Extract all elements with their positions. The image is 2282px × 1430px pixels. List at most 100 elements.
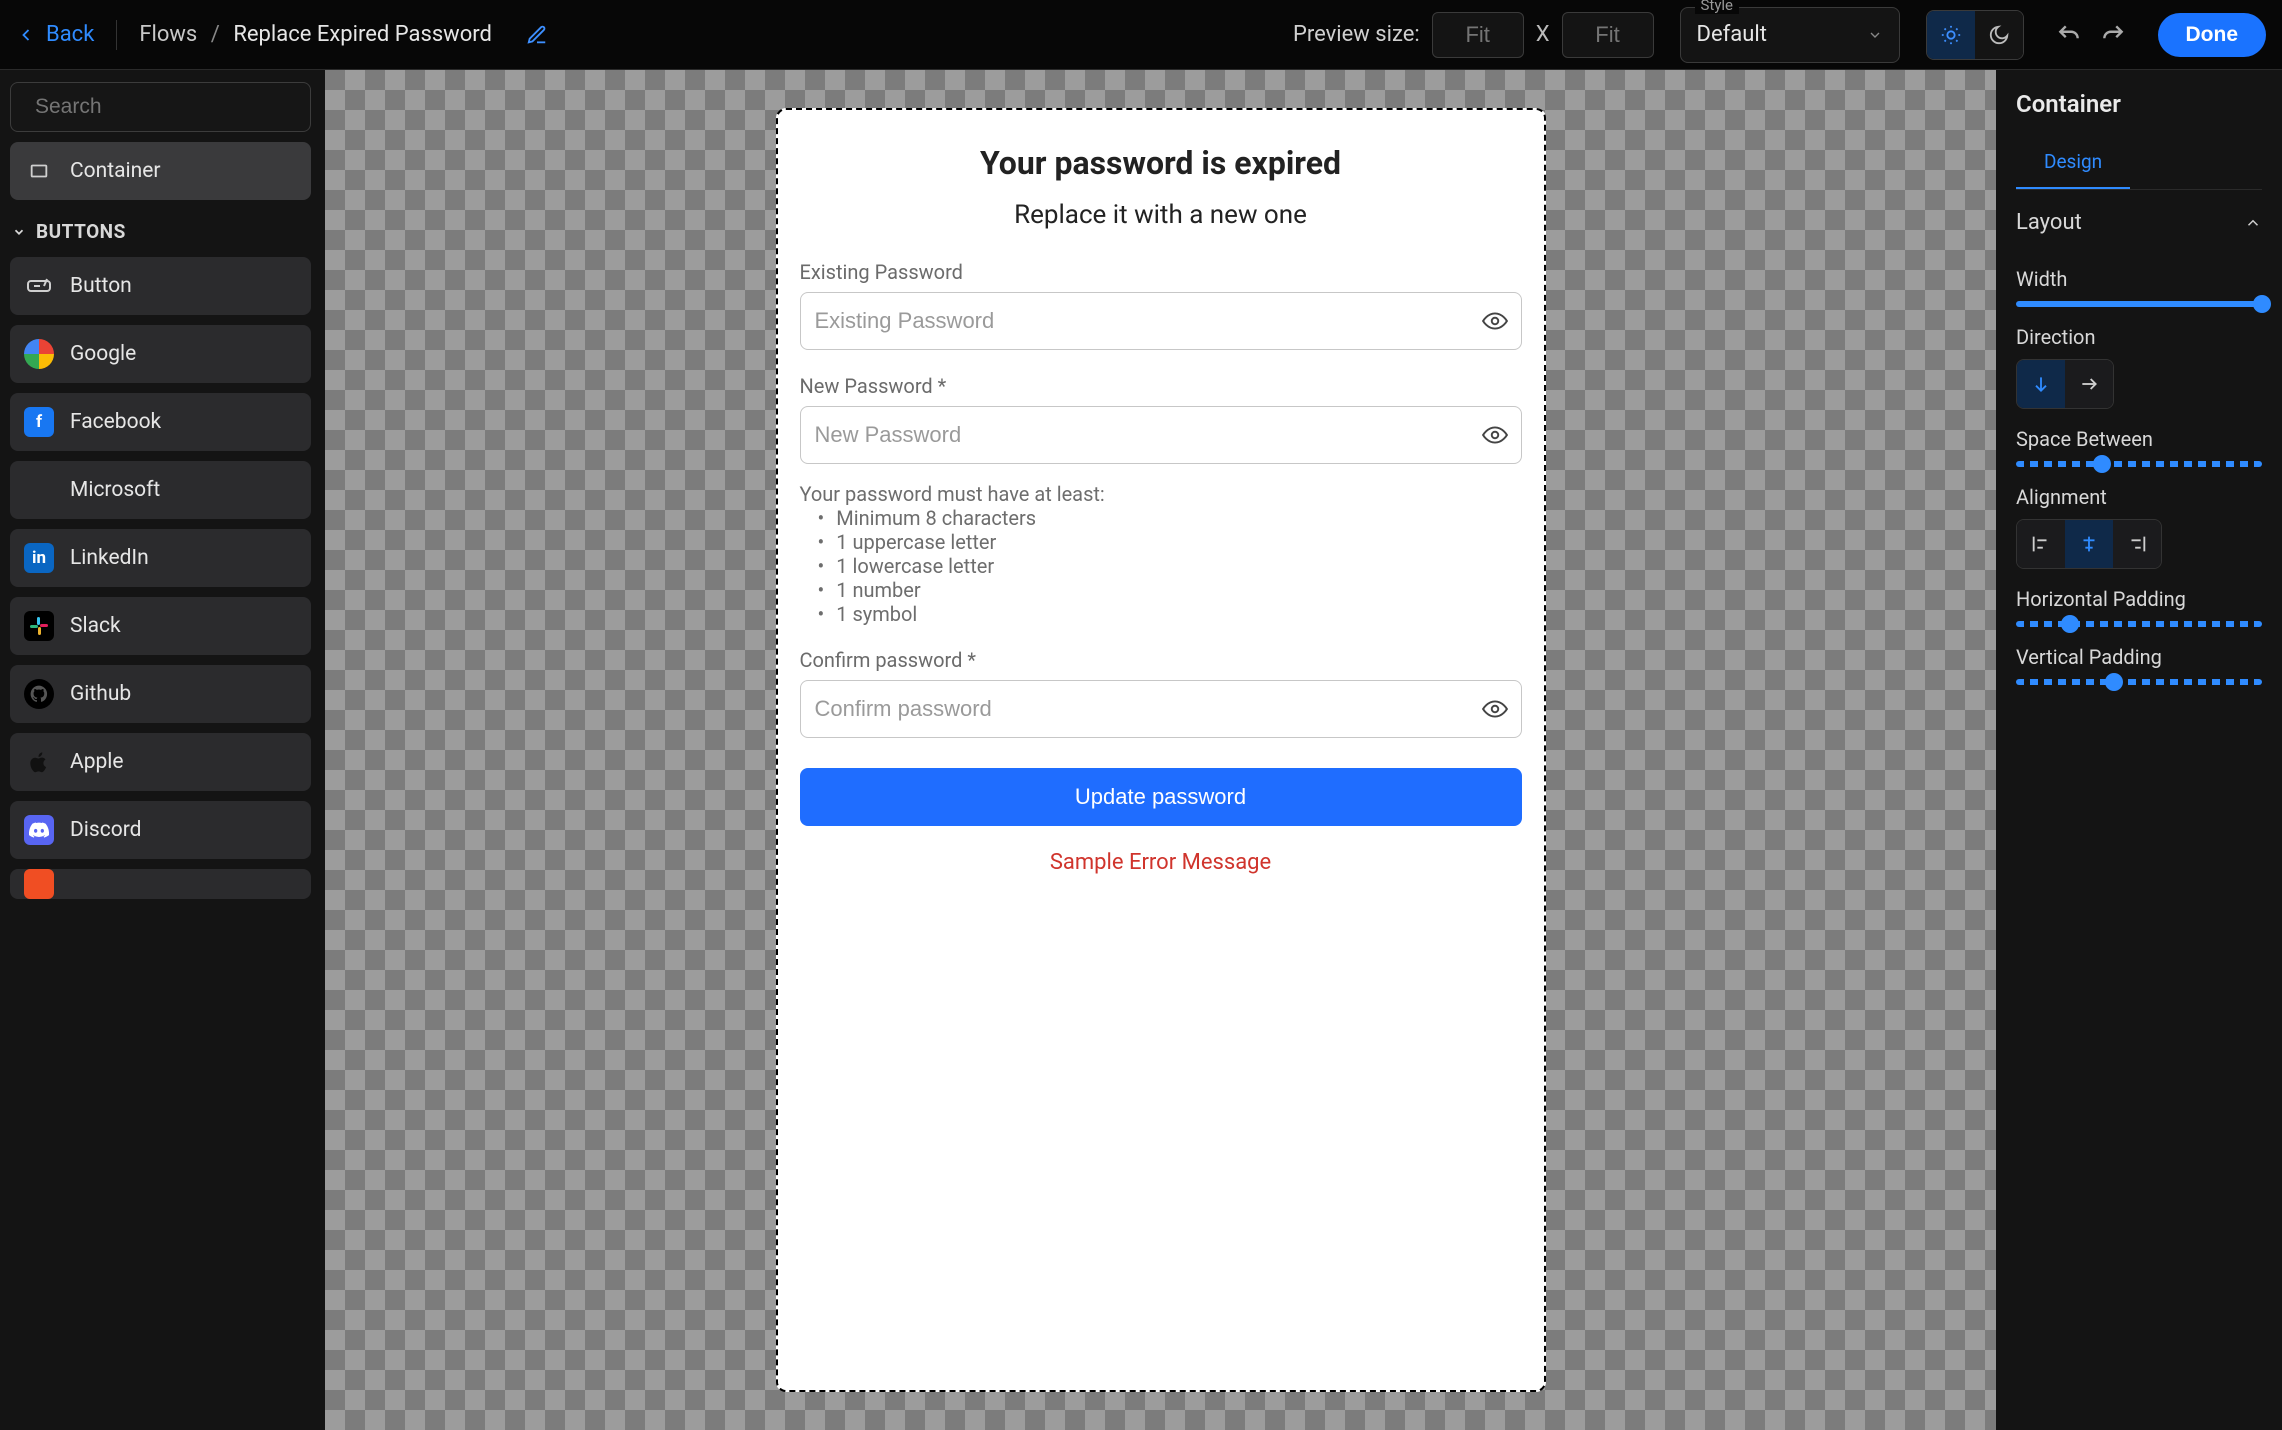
component-slack[interactable]: Slack <box>10 597 311 655</box>
direction-column-button[interactable] <box>2017 360 2065 408</box>
slider-thumb[interactable] <box>2105 673 2123 691</box>
component-button[interactable]: Button <box>10 257 311 315</box>
update-password-button[interactable]: Update password <box>800 768 1522 826</box>
requirement-item: 1 number <box>818 578 1522 602</box>
preview-height-input[interactable] <box>1562 12 1654 58</box>
align-start-button[interactable] <box>2017 520 2065 568</box>
dark-mode-button[interactable] <box>1975 11 2023 59</box>
theme-toggle <box>1926 10 2024 60</box>
direction-row-button[interactable] <box>2065 360 2113 408</box>
linkedin-icon: in <box>24 543 54 573</box>
style-legend: Style <box>1695 0 1740 14</box>
back-button[interactable]: Back <box>16 22 94 47</box>
section-layout-label: Layout <box>2016 210 2082 235</box>
vertical-padding-slider[interactable] <box>2016 679 2262 685</box>
component-label: Discord <box>70 818 141 842</box>
component-label: Facebook <box>70 410 161 434</box>
slider-thumb[interactable] <box>2061 615 2079 633</box>
artboard-container[interactable]: Your password is expired Replace it with… <box>776 108 1546 1392</box>
sun-icon <box>1940 24 1962 46</box>
component-label: Apple <box>70 750 124 774</box>
inspector-title: Container <box>2016 90 2262 118</box>
done-button[interactable]: Done <box>2158 13 2267 57</box>
horizontal-padding-slider[interactable] <box>2016 621 2262 627</box>
align-center-icon <box>2078 533 2100 555</box>
slider-thumb[interactable] <box>2093 455 2111 473</box>
component-container[interactable]: Container <box>10 142 311 200</box>
arrow-right-icon <box>2079 374 2099 394</box>
crumb-active: Replace Expired Password <box>233 22 492 47</box>
canvas[interactable]: Your password is expired Replace it with… <box>325 70 1996 1430</box>
existing-password-field <box>800 292 1522 350</box>
chevron-down-icon <box>1867 27 1883 43</box>
component-google[interactable]: Google <box>10 325 311 383</box>
style-select[interactable]: Style Default <box>1680 7 1900 63</box>
component-label: Google <box>70 342 136 366</box>
requirement-item: 1 symbol <box>818 602 1522 626</box>
light-mode-button[interactable] <box>1927 11 1975 59</box>
requirements-header: Your password must have at least: <box>800 482 1522 506</box>
undo-icon <box>2056 22 2082 48</box>
confirm-password-label: Confirm password * <box>800 648 1522 672</box>
search-input[interactable] <box>35 95 306 119</box>
prop-direction-label: Direction <box>2016 325 2262 349</box>
component-label: Button <box>70 274 132 298</box>
requirement-item: 1 lowercase letter <box>818 554 1522 578</box>
component-apple[interactable]: Apple <box>10 733 311 791</box>
component-facebook[interactable]: f Facebook <box>10 393 311 451</box>
new-password-field <box>800 406 1522 464</box>
existing-password-label: Existing Password <box>800 260 1522 284</box>
eye-icon[interactable] <box>1482 308 1508 334</box>
confirm-password-input[interactable] <box>800 680 1522 738</box>
tab-design[interactable]: Design <box>2016 136 2130 189</box>
chevron-up-icon <box>2244 214 2262 232</box>
password-requirements: Your password must have at least: Minimu… <box>800 482 1522 626</box>
align-end-icon <box>2126 533 2148 555</box>
slider-thumb[interactable] <box>2253 295 2271 313</box>
facebook-icon: f <box>24 407 54 437</box>
eye-icon[interactable] <box>1482 422 1508 448</box>
inspector-tabs: Design <box>2016 136 2262 190</box>
component-discord[interactable]: Discord <box>10 801 311 859</box>
page-subtitle: Replace it with a new one <box>800 200 1522 230</box>
component-linkedin[interactable]: in LinkedIn <box>10 529 311 587</box>
moon-icon <box>1988 24 2010 46</box>
align-start-icon <box>2030 533 2052 555</box>
chevron-down-icon <box>12 225 26 239</box>
section-layout[interactable]: Layout <box>2016 210 2262 235</box>
preview-width-input[interactable] <box>1432 12 1524 58</box>
space-between-slider[interactable] <box>2016 461 2262 467</box>
error-message: Sample Error Message <box>800 850 1522 875</box>
discord-icon <box>24 815 54 845</box>
component-label: Slack <box>70 614 121 638</box>
microsoft-icon <box>24 475 54 505</box>
redo-icon <box>2100 22 2126 48</box>
prop-h-padding-label: Horizontal Padding <box>2016 587 2262 611</box>
section-label: BUTTONS <box>36 220 126 243</box>
redo-button[interactable] <box>2100 22 2126 48</box>
section-buttons[interactable]: BUTTONS <box>12 220 309 243</box>
crumb-root[interactable]: Flows <box>139 22 197 47</box>
back-label: Back <box>46 22 94 47</box>
align-center-button[interactable] <box>2065 520 2113 568</box>
github-icon <box>24 679 54 709</box>
width-slider[interactable] <box>2016 301 2262 307</box>
prop-space-between-label: Space Between <box>2016 427 2262 451</box>
component-microsoft[interactable]: Microsoft <box>10 461 311 519</box>
history-controls <box>2056 22 2126 48</box>
search-box[interactable] <box>10 82 311 132</box>
component-github[interactable]: Github <box>10 665 311 723</box>
existing-password-input[interactable] <box>800 292 1522 350</box>
prop-width-label: Width <box>2016 267 2262 291</box>
arrow-down-icon <box>2031 374 2051 394</box>
arrow-left-icon <box>16 25 36 45</box>
component-extra[interactable] <box>10 869 311 899</box>
breadcrumb: Flows / Replace Expired Password <box>139 22 492 47</box>
style-value: Default <box>1697 22 1767 47</box>
align-end-button[interactable] <box>2113 520 2161 568</box>
undo-button[interactable] <box>2056 22 2082 48</box>
edit-icon[interactable] <box>526 24 548 46</box>
eye-icon[interactable] <box>1482 696 1508 722</box>
new-password-input[interactable] <box>800 406 1522 464</box>
apple-icon <box>24 747 54 777</box>
